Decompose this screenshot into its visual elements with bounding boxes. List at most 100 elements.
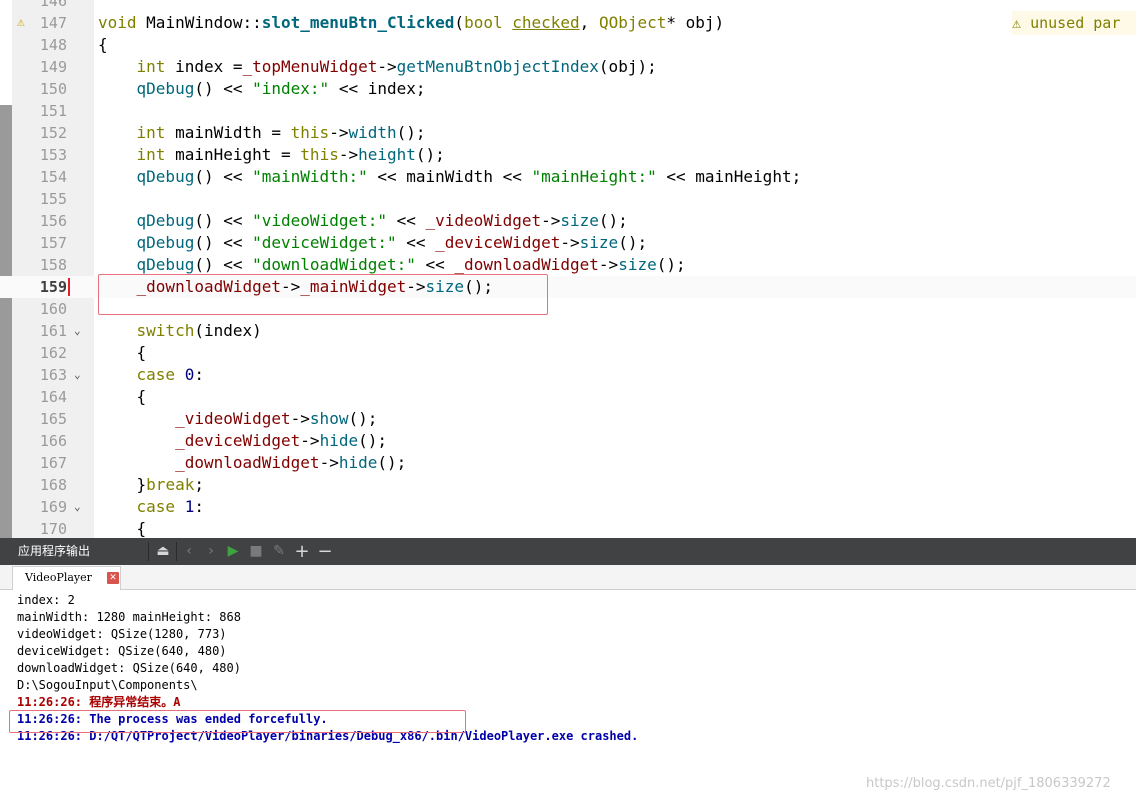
application-output[interactable]: index: 2 mainWidth: 1280 mainHeight: 868 v…: [0, 590, 1136, 802]
fold-chevron-icon[interactable]: ⌄: [74, 496, 84, 518]
code-line[interactable]: 151: [0, 100, 1136, 122]
code-token: qDebug: [136, 79, 195, 98]
stop-icon[interactable]: ■: [247, 538, 265, 565]
code-text: {: [98, 34, 108, 56]
line-number: 152: [39, 124, 67, 142]
code-line[interactable]: 149 int index =_topMenuWidget->getMenuBt…: [0, 56, 1136, 78]
code-token: index =: [175, 57, 243, 76]
line-number: 166: [39, 432, 67, 450]
zoom-in-icon[interactable]: +: [293, 538, 311, 565]
code-token: ();: [377, 453, 407, 472]
code-line[interactable]: 157 qDebug() << "deviceWidget:" << _devi…: [0, 232, 1136, 254]
code-token: ->: [319, 453, 339, 472]
code-text: int mainHeight = this->height();: [98, 144, 445, 166]
code-line[interactable]: 163 ⌄ case 0:: [0, 364, 1136, 386]
code-token: << mainHeight;: [656, 167, 802, 186]
highlight-box-output: [9, 710, 466, 733]
fold-chevron-icon[interactable]: ⌄: [74, 320, 84, 342]
code-token: {: [98, 387, 147, 406]
prev-item-icon[interactable]: ‹: [180, 538, 198, 565]
code-text: qDebug() << "deviceWidget:" << _deviceWi…: [98, 232, 648, 254]
line-number: 155: [39, 190, 67, 208]
code-token: size: [618, 255, 657, 274]
code-text: qDebug() << "mainWidth:" << mainWidth <<…: [98, 166, 802, 188]
zoom-out-icon[interactable]: −: [316, 538, 334, 565]
code-token: _deviceWidget: [175, 431, 301, 450]
line-number: 162: [39, 344, 67, 362]
code-token: qDebug: [136, 211, 195, 230]
code-token: _downloadWidget: [454, 255, 599, 274]
code-token: ->: [560, 233, 580, 252]
code-line[interactable]: 167 _downloadWidget->hide();: [0, 452, 1136, 474]
code-token: checked: [512, 13, 580, 32]
fold-chevron-icon[interactable]: ⌄: [74, 364, 84, 386]
code-token: :: [194, 497, 204, 516]
next-item-icon[interactable]: ›: [202, 538, 220, 565]
code-token: {: [98, 35, 108, 54]
code-line[interactable]: 164 {: [0, 386, 1136, 408]
code-token: ();: [348, 409, 378, 428]
code-line[interactable]: 148 {: [0, 34, 1136, 56]
code-line[interactable]: 158 qDebug() << "downloadWidget:" << _do…: [0, 254, 1136, 276]
output-line: D:\SogouInput\Components\: [17, 678, 198, 692]
warning-text: unused par: [1030, 14, 1121, 32]
attach-debugger-icon[interactable]: ⏏: [154, 538, 172, 565]
code-token: ->: [290, 409, 310, 428]
changed-line-marker: [68, 278, 70, 296]
output-tab-bar: VideoPlayer ✕: [0, 565, 1136, 590]
code-token: }: [98, 475, 147, 494]
code-text: case 0:: [98, 364, 204, 386]
code-line[interactable]: 152 int mainWidth = this->width();: [0, 122, 1136, 144]
output-line: videoWidget: QSize(1280, 773): [17, 627, 227, 641]
code-text: _deviceWidget->hide();: [98, 430, 387, 452]
code-text: case 1:: [98, 496, 204, 518]
code-token: MainWindow::: [146, 13, 262, 32]
code-line[interactable]: 155: [0, 188, 1136, 210]
code-token: QObject: [598, 13, 667, 32]
code-token: mainWidth =: [175, 123, 291, 142]
code-line[interactable]: 156 qDebug() << "videoWidget:" << _video…: [0, 210, 1136, 232]
code-text: int mainWidth = this->width();: [98, 122, 426, 144]
code-token: qDebug: [136, 233, 195, 252]
code-token: (: [454, 13, 465, 32]
code-token: 0: [184, 365, 195, 384]
code-token: qDebug: [136, 167, 195, 186]
code-line[interactable]: 169 ⌄ case 1:: [0, 496, 1136, 518]
code-line[interactable]: 153 int mainHeight = this->height();: [0, 144, 1136, 166]
code-token: _topMenuWidget: [242, 57, 378, 76]
code-line[interactable]: 166 _deviceWidget->hide();: [0, 430, 1136, 452]
code-line[interactable]: 161 ⌄ switch(index): [0, 320, 1136, 342]
code-line[interactable]: 154 qDebug() << "mainWidth:" << mainWidt…: [0, 166, 1136, 188]
line-number: 157: [39, 234, 67, 252]
close-icon[interactable]: ✕: [107, 572, 119, 584]
warning-annotation: ⚠ unused par: [1012, 11, 1136, 35]
code-token: "index:": [252, 79, 330, 98]
code-editor[interactable]: 146 ⚠ 147 void MainWindow::slot_menuBtn_Cli…: [0, 0, 1136, 538]
line-number: 159: [39, 278, 67, 296]
code-line[interactable]: 162 {: [0, 342, 1136, 364]
code-token: _videoWidget: [175, 409, 291, 428]
code-token: ->: [338, 145, 359, 164]
code-line[interactable]: 168 }break;: [0, 474, 1136, 496]
run-icon[interactable]: ▶: [224, 538, 242, 565]
line-number: 167: [39, 454, 67, 472]
code-line[interactable]: ⚠ 147 void MainWindow::slot_menuBtn_Clicke…: [0, 12, 1136, 34]
code-text: qDebug() << "index:" << index;: [98, 78, 426, 100]
code-line[interactable]: 150 qDebug() << "index:" << index;: [0, 78, 1136, 100]
code-line[interactable]: 165 _videoWidget->show();: [0, 408, 1136, 430]
tab-videoplayer[interactable]: VideoPlayer ✕: [12, 566, 121, 590]
code-line[interactable]: 146: [0, 0, 1136, 12]
code-token: 1: [184, 497, 195, 516]
line-number: 154: [39, 168, 67, 186]
warning-icon: ⚠: [1012, 14, 1022, 32]
edit-icon[interactable]: ✎: [270, 538, 288, 565]
code-line[interactable]: 170 {: [0, 518, 1136, 538]
line-number: 149: [39, 58, 67, 76]
